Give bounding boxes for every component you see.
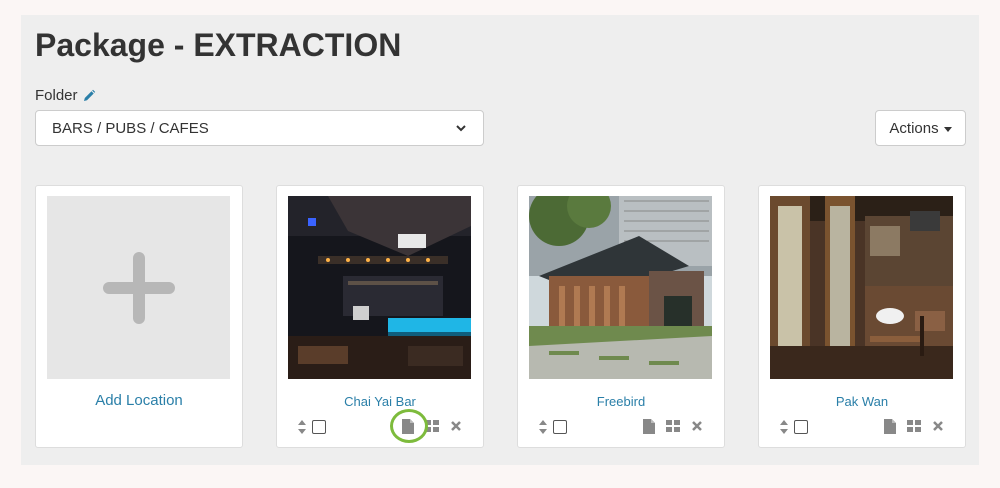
highlight-ring	[390, 409, 428, 443]
sort-icon[interactable]	[297, 420, 307, 434]
location-name-link[interactable]: Freebird	[518, 394, 724, 409]
select-checkbox[interactable]	[553, 420, 567, 434]
folder-label: Folder	[35, 87, 96, 104]
location-card: Chai Yai Bar	[276, 185, 484, 448]
location-photo[interactable]	[770, 196, 953, 379]
actions-button[interactable]: Actions	[875, 110, 966, 146]
add-location-card[interactable]: Add Location	[35, 185, 243, 448]
add-location-tile[interactable]	[47, 196, 230, 379]
location-name-link[interactable]: Pak Wan	[759, 394, 965, 409]
location-photo[interactable]	[288, 196, 471, 379]
location-name-link[interactable]: Chai Yai Bar	[277, 394, 483, 409]
folder-select[interactable]: BARS / PUBS / CAFES	[35, 110, 484, 146]
package-panel: Package - EXTRACTION Folder BARS / PUBS …	[21, 15, 979, 465]
add-location-link[interactable]: Add Location	[36, 392, 242, 409]
plus-icon-bar	[103, 282, 175, 294]
select-checkbox[interactable]	[794, 420, 808, 434]
grid-icon[interactable]	[666, 420, 680, 432]
grid-icon[interactable]	[907, 420, 921, 432]
close-icon[interactable]	[932, 420, 944, 432]
location-card: Freebird	[517, 185, 725, 448]
sort-icon[interactable]	[538, 420, 548, 434]
chevron-down-icon	[456, 125, 466, 132]
sort-icon[interactable]	[779, 420, 789, 434]
folder-label-text: Folder	[35, 87, 78, 104]
file-icon[interactable]	[884, 419, 896, 434]
pencil-icon[interactable]	[82, 89, 96, 103]
folder-select-value: BARS / PUBS / CAFES	[52, 119, 209, 137]
actions-label: Actions	[889, 119, 939, 137]
select-checkbox[interactable]	[312, 420, 326, 434]
location-card: Pak Wan	[758, 185, 966, 448]
location-photo[interactable]	[529, 196, 712, 379]
page-title: Package - EXTRACTION	[35, 27, 402, 63]
close-icon[interactable]	[691, 420, 703, 432]
close-icon[interactable]	[450, 420, 462, 432]
caret-down-icon	[943, 126, 952, 132]
file-icon[interactable]	[643, 419, 655, 434]
